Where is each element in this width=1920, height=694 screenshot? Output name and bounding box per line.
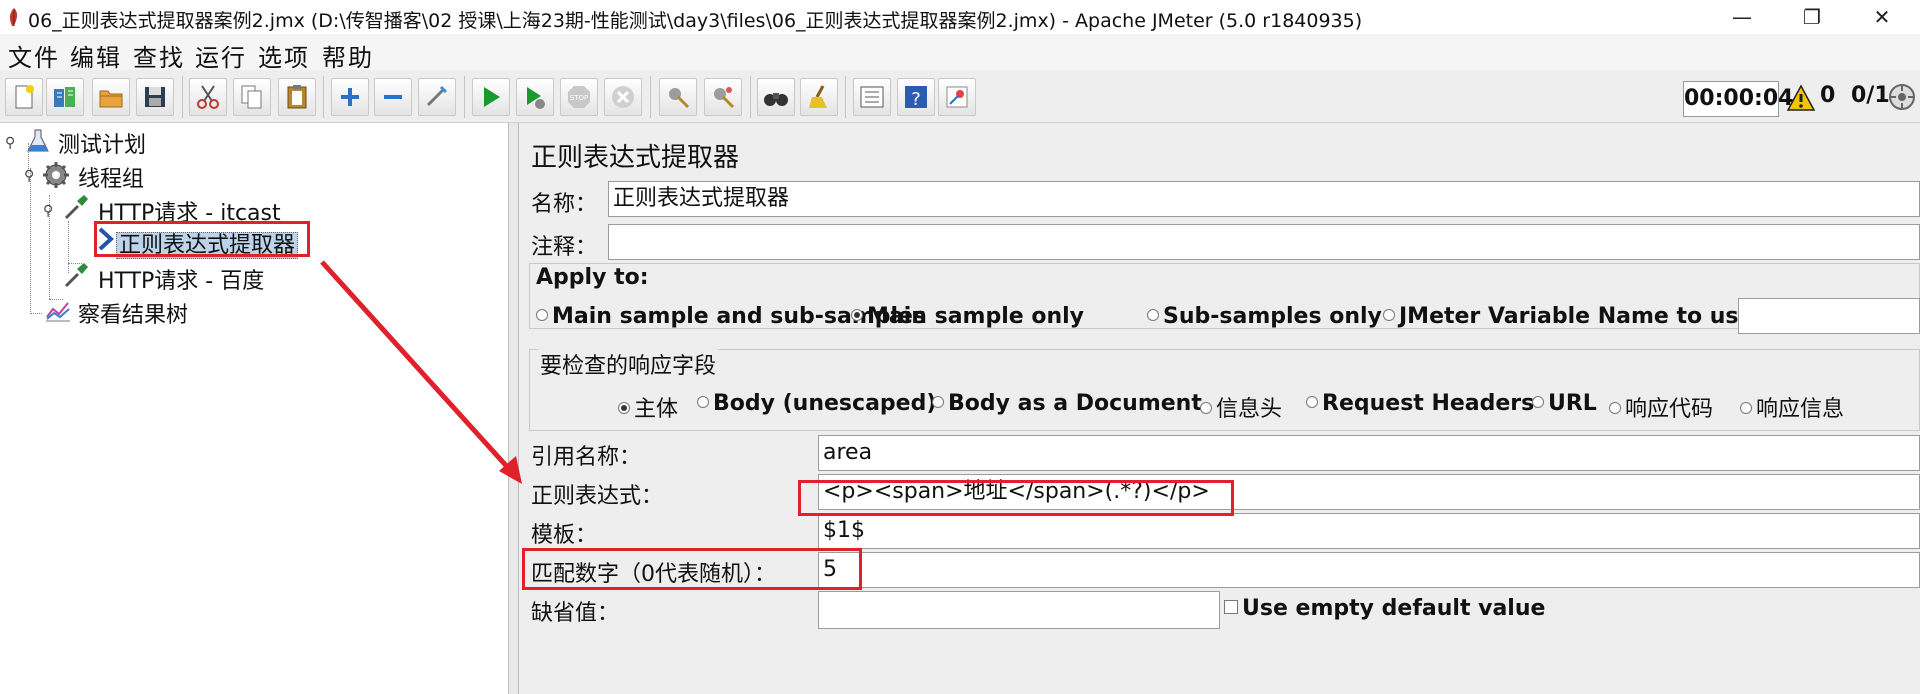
annotation-arrow — [320, 260, 522, 484]
